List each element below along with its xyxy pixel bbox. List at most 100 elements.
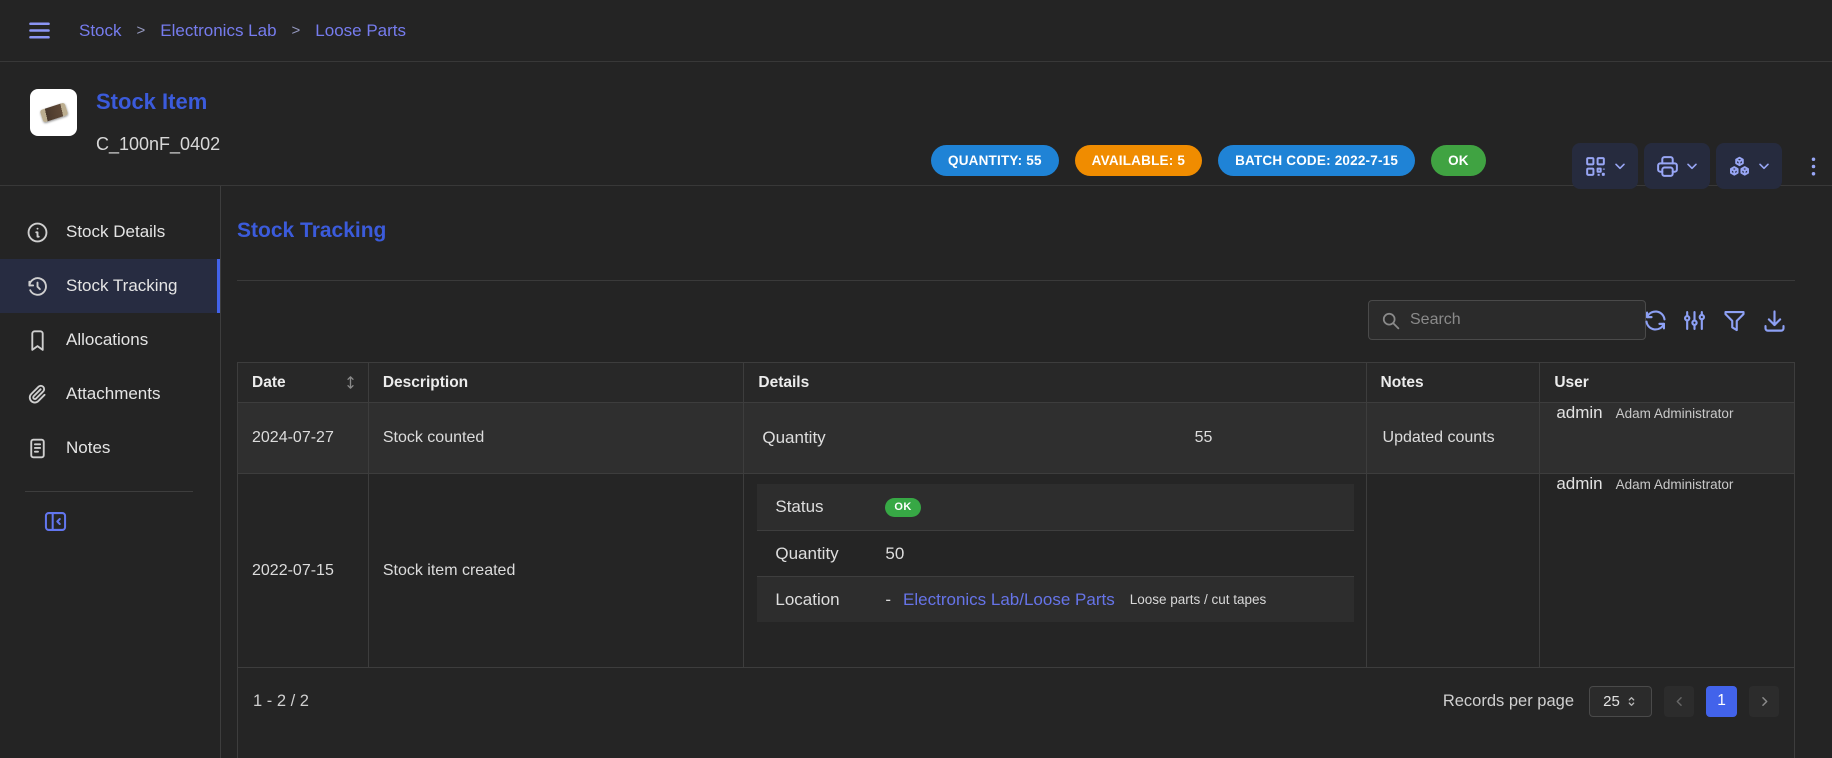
menu-icon[interactable] [26, 17, 53, 44]
sidebar-item-label: Notes [66, 438, 110, 458]
detail-location-row: Location - Electronics Lab/Loose Parts L… [757, 576, 1354, 622]
page-1-button[interactable]: 1 [1706, 686, 1737, 717]
search-icon [1380, 310, 1401, 331]
location-description: Loose parts / cut tapes [1130, 592, 1267, 607]
quantity-badge: QUANTITY: 55 [931, 145, 1059, 176]
cell-details: Quantity 55 [744, 403, 1366, 473]
top-navbar: Stock > Electronics Lab > Loose Parts [0, 0, 1832, 62]
sidebar-item-stock-details[interactable]: Stock Details [0, 205, 220, 259]
refresh-icon[interactable] [1642, 307, 1669, 334]
breadcrumb-loose-parts[interactable]: Loose Parts [315, 21, 406, 41]
breadcrumb-separator: > [137, 22, 146, 39]
column-header-description[interactable]: Description [369, 363, 745, 402]
chevron-down-icon [1684, 158, 1700, 174]
sidebar-item-label: Stock Details [66, 222, 165, 242]
table-pagination: 1 - 2 / 2 Records per page 25 1 [238, 668, 1794, 734]
sidebar-item-label: Allocations [66, 330, 148, 350]
stock-tracking-table: Date Description Details Notes User 2024… [237, 362, 1795, 758]
records-per-page-label: Records per page [1443, 692, 1574, 711]
column-header-details[interactable]: Details [744, 363, 1366, 402]
breadcrumb-separator: > [292, 22, 301, 39]
cell-description: Stock item created [369, 474, 745, 667]
breadcrumb: Stock > Electronics Lab > Loose Parts [79, 21, 406, 41]
sidebar-item-label: Stock Tracking [66, 276, 178, 296]
main-panel: Stock Tracking Date [237, 186, 1795, 758]
barcode-actions-button[interactable] [1572, 143, 1638, 189]
table-header-row: Date Description Details Notes User [238, 363, 1794, 403]
detail-label: Status [775, 497, 885, 517]
breadcrumb-electronics-lab[interactable]: Electronics Lab [160, 21, 276, 41]
detail-label: Location [775, 590, 885, 610]
page-size-select[interactable]: 25 [1589, 686, 1652, 717]
divider [237, 280, 1795, 281]
app-window: Stock > Electronics Lab > Loose Parts St… [0, 0, 1832, 758]
detail-quantity: Quantity 55 [762, 428, 1212, 448]
details-sub-table: Status OK Quantity 50 Location - Electro… [757, 484, 1354, 622]
sidebar: Stock Details Stock Tracking Allocations… [0, 186, 221, 758]
sidebar-item-stock-tracking[interactable]: Stock Tracking [0, 259, 220, 313]
stock-actions-button[interactable] [1716, 143, 1782, 189]
search-box [1368, 300, 1646, 340]
cell-details: Status OK Quantity 50 Location - Electro… [744, 474, 1366, 667]
packages-icon [1727, 154, 1752, 179]
user-fullname: Adam Administrator [1616, 477, 1734, 492]
qrcode-icon [1583, 154, 1608, 179]
column-header-user[interactable]: User [1540, 363, 1794, 402]
cell-description: Stock counted [369, 403, 745, 473]
panel-title: Stock Tracking [237, 219, 386, 243]
breadcrumb-stock[interactable]: Stock [79, 21, 122, 41]
table-row[interactable]: 2022-07-15 Stock item created Status OK … [238, 474, 1794, 668]
sidebar-divider [25, 491, 193, 492]
detail-label: Quantity [775, 544, 885, 564]
sidebar-item-allocations[interactable]: Allocations [0, 313, 220, 367]
cell-date: 2022-07-15 [238, 474, 369, 667]
batch-code-badge: BATCH CODE: 2022-7-15 [1218, 145, 1415, 176]
chevron-down-icon [1756, 158, 1772, 174]
cell-notes: Updated counts [1367, 403, 1541, 473]
stock-item-thumbnail[interactable] [30, 89, 77, 136]
column-header-notes[interactable]: Notes [1367, 363, 1541, 402]
bookmark-icon [25, 328, 50, 353]
table-settings-icon[interactable] [1681, 307, 1708, 334]
sidebar-item-label: Attachments [66, 384, 161, 404]
next-page-button[interactable] [1749, 686, 1779, 717]
sidebar-item-attachments[interactable]: Attachments [0, 367, 220, 421]
location-link[interactable]: Electronics Lab/Loose Parts [903, 590, 1115, 610]
available-badge: AVAILABLE: 5 [1075, 145, 1202, 176]
cell-notes [1367, 474, 1541, 667]
cell-user: admin Adam Administrator [1540, 474, 1794, 667]
print-actions-button[interactable] [1644, 143, 1710, 189]
part-name: C_100nF_0402 [96, 134, 220, 155]
cell-date: 2024-07-27 [238, 403, 369, 473]
sort-icon[interactable] [342, 374, 359, 391]
paperclip-icon [25, 382, 50, 407]
detail-status-row: Status OK [757, 484, 1354, 530]
selector-icon [1625, 695, 1638, 708]
info-circle-icon [25, 220, 50, 245]
detail-value: 50 [885, 544, 904, 564]
search-input[interactable] [1410, 311, 1610, 329]
detail-label: Quantity [762, 428, 825, 448]
printer-icon [1655, 154, 1680, 179]
status-ok-badge: OK [1431, 145, 1486, 176]
table-row[interactable]: 2024-07-27 Stock counted Quantity 55 Upd… [238, 403, 1794, 474]
column-label: Date [252, 374, 286, 392]
detail-value: 55 [1195, 429, 1213, 447]
collapse-sidebar-icon[interactable] [42, 508, 69, 535]
status-ok-pill: OK [885, 498, 920, 517]
download-icon[interactable] [1761, 307, 1788, 334]
chevron-down-icon [1612, 158, 1628, 174]
record-count: 1 - 2 / 2 [253, 692, 309, 711]
filter-icon[interactable] [1721, 307, 1748, 334]
capacitor-image [39, 102, 68, 122]
more-options-icon[interactable] [1801, 154, 1826, 179]
location-dash: - [885, 590, 891, 610]
page-header: Stock Item C_100nF_0402 QUANTITY: 55 AVA… [0, 62, 1832, 186]
previous-page-button[interactable] [1664, 686, 1694, 717]
sidebar-item-notes[interactable]: Notes [0, 421, 220, 475]
page-size-value: 25 [1603, 693, 1620, 710]
username: admin [1556, 474, 1602, 494]
page-title: Stock Item [96, 89, 207, 115]
column-header-date[interactable]: Date [238, 363, 369, 402]
pagination-controls: Records per page 25 1 [1443, 686, 1779, 717]
